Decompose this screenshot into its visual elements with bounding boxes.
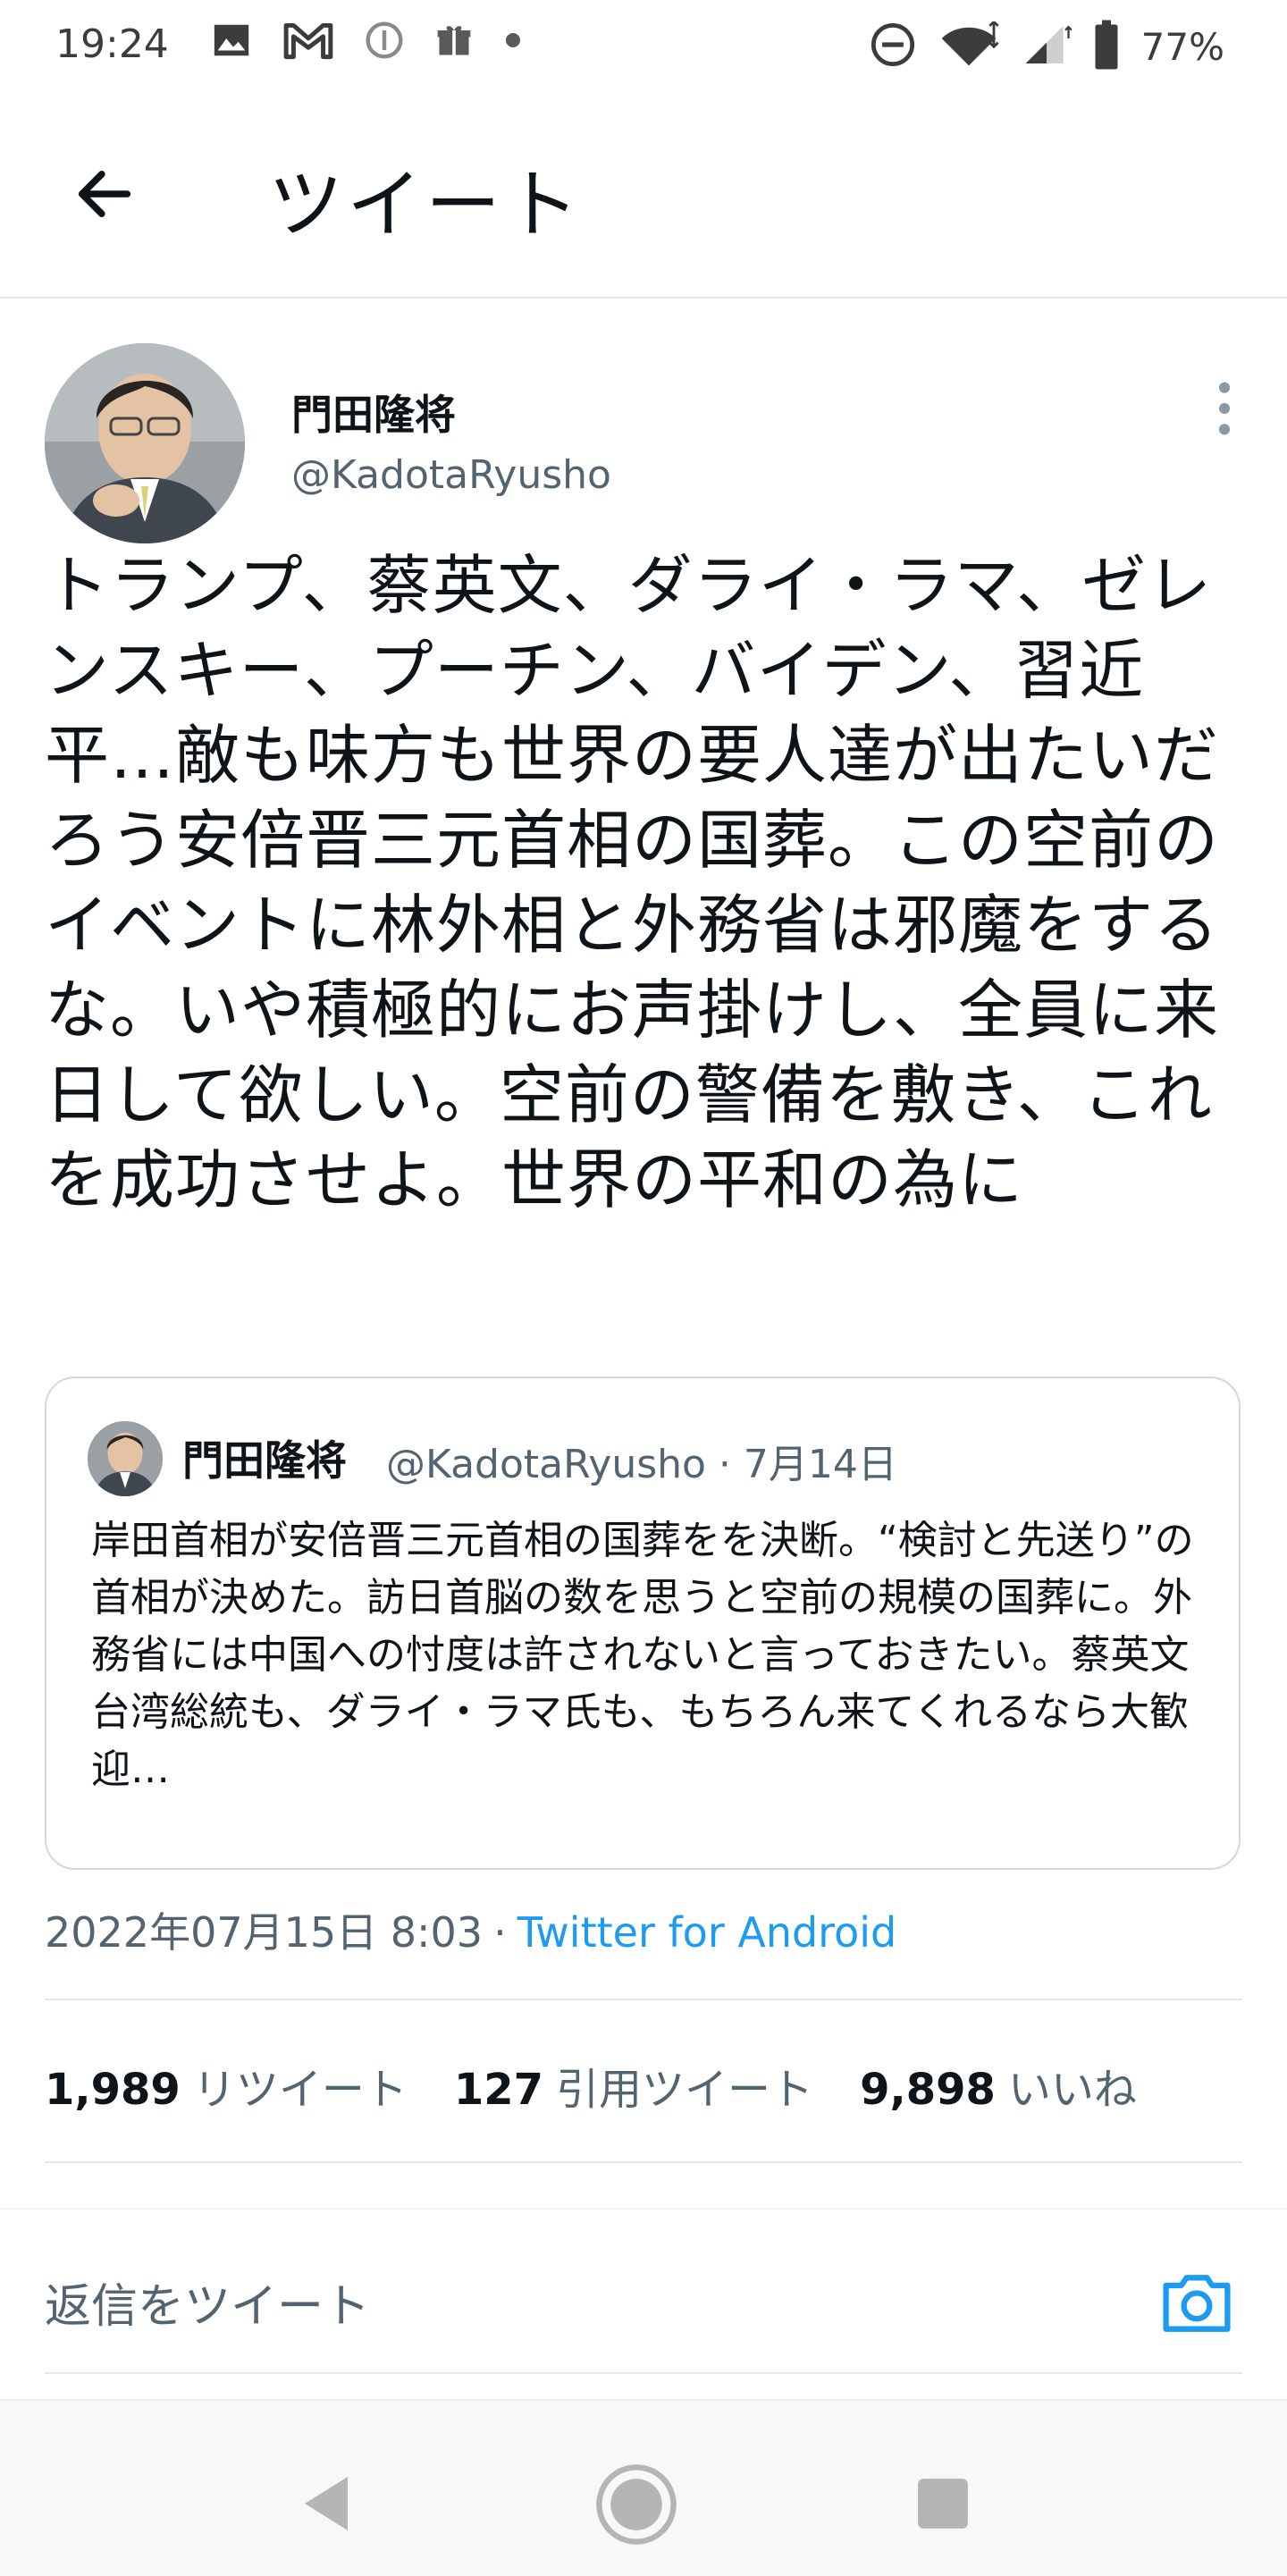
quoted-tweet-meta: @KadotaRyusho · 7月14日 — [386, 1442, 897, 1487]
gift-icon — [434, 21, 474, 63]
quoted-author-name: 門田隆将 — [182, 1436, 347, 1485]
divider — [45, 2161, 1242, 2163]
author-handle[interactable]: @KadotaRyusho — [291, 452, 611, 498]
tweet-source-link[interactable]: Twitter for Android — [517, 1908, 897, 1957]
retweets-stat[interactable]: 1,989 リツイート — [45, 2054, 408, 2117]
author-name[interactable]: 門田隆将 — [291, 383, 456, 442]
triangle-back-icon — [305, 2477, 348, 2530]
nav-recents-button[interactable] — [915, 2476, 971, 2535]
gmail-icon — [282, 20, 334, 64]
battery-percentage: 77% — [1140, 24, 1224, 69]
info-icon — [365, 21, 404, 63]
likes-stat[interactable]: 9,898 いいね — [860, 2054, 1137, 2117]
divider — [45, 1999, 1242, 2000]
quotes-label: 引用ツイート — [556, 2065, 814, 2115]
author-avatar[interactable] — [45, 343, 245, 543]
dot-icon — [504, 31, 522, 53]
system-navigation-bar — [0, 2399, 1287, 2576]
nav-home-button[interactable] — [593, 2462, 679, 2551]
quotes-stat[interactable]: 127 引用ツイート — [454, 2054, 813, 2117]
tweet-timestamp: 2022年07月15日 8:03 — [45, 1908, 484, 1957]
quoted-tweet-card[interactable]: 門田隆将 @KadotaRyusho · 7月14日 岸田首相が安倍晋三元首相の… — [45, 1376, 1241, 1870]
reply-input[interactable]: 返信をツイート — [45, 2269, 370, 2336]
tweet-stats: 1,989 リツイート 127 引用ツイート 9,898 いいね — [45, 2054, 1137, 2117]
quoted-author-avatar — [88, 1421, 163, 1496]
retweets-count: 1,989 — [45, 2065, 181, 2115]
do-not-disturb-icon — [870, 21, 916, 72]
quoted-tweet-text: 岸田首相が安倍晋三元首相の国葬をを決断。“検討と先送り”の首相が決めた。訪日首脳… — [91, 1518, 1194, 1792]
status-bar: 19:24 77% — [0, 0, 1287, 89]
square-recents-icon — [918, 2479, 968, 2529]
retweets-label: リツイート — [192, 2065, 408, 2115]
status-system-icons: 77% — [870, 20, 1224, 73]
likes-label: いいね — [1007, 2065, 1137, 2115]
divider — [45, 2372, 1242, 2374]
arrow-left-icon — [78, 171, 131, 217]
quotes-count: 127 — [453, 2065, 544, 2115]
nav-back-button[interactable] — [299, 2474, 354, 2537]
camera-button[interactable] — [1158, 2269, 1235, 2338]
reply-composer: 返信をツイート — [45, 2211, 1242, 2372]
back-button[interactable] — [64, 154, 145, 234]
wifi-icon — [938, 20, 1000, 72]
signal-icon — [1022, 21, 1072, 72]
separator: · — [493, 1908, 507, 1957]
app-bar: ツイート — [0, 89, 1287, 299]
divider — [0, 2208, 1287, 2210]
status-time: 19:24 — [55, 21, 169, 67]
more-vertical-icon — [1218, 382, 1231, 435]
page-title: ツイート — [268, 161, 584, 248]
tweet-header: 門田隆将 @KadotaRyusho — [45, 343, 1242, 549]
status-notification-icons — [211, 20, 522, 64]
image-icon — [211, 20, 252, 64]
home-circle-icon — [596, 2464, 677, 2545]
more-options-button[interactable] — [1207, 377, 1242, 440]
likes-count: 9,898 — [860, 2065, 996, 2115]
battery-icon — [1093, 20, 1120, 73]
tweet-timestamp-row: 2022年07月15日 8:03 · Twitter for Android — [45, 1900, 896, 1959]
camera-icon — [1163, 2275, 1231, 2332]
tweet-text: トランプ、蔡英文、ダライ・ラマ、ゼレンスキー、プーチン、バイデン、習近平…敵も味… — [45, 548, 1220, 1217]
